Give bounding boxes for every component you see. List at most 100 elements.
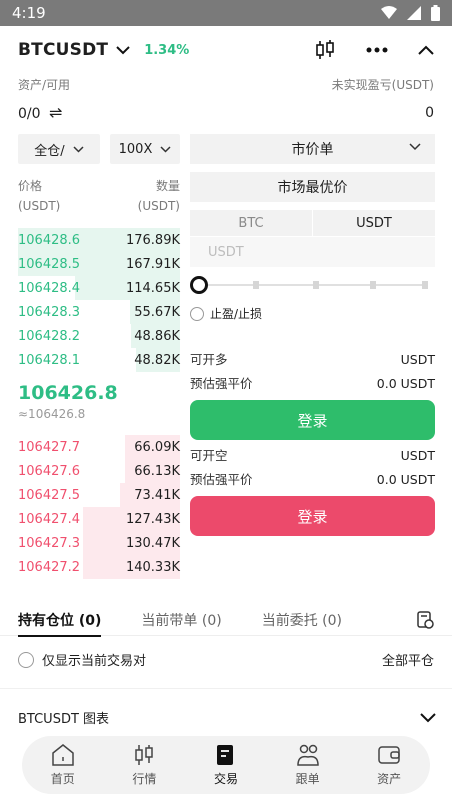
chevron-down-icon[interactable] — [420, 712, 436, 723]
nav-copy[interactable]: 跟单 — [278, 743, 338, 787]
order-qty: 66.13K — [134, 463, 180, 479]
chart-label: BTCUSDT 图表 — [18, 712, 110, 727]
short-liq-row: 预估强平价 0.0 USDT — [190, 468, 435, 492]
tpsl-label: 止盈/止损 — [210, 307, 263, 321]
wallet-icon — [378, 746, 400, 764]
bid-row[interactable]: 106428.4 114.65K — [18, 276, 180, 300]
bid-row[interactable]: 106428.6 176.89K — [18, 228, 180, 252]
order-price: 106427.7 — [18, 439, 81, 455]
order-price: 106428.3 — [18, 304, 81, 320]
chevron-up-icon[interactable] — [418, 45, 434, 55]
order-price: 106428.4 — [18, 280, 81, 296]
margin-mode-label: 全仓/ — [34, 143, 65, 159]
order-qty: 55.67K — [134, 304, 180, 320]
order-price: 106427.3 — [18, 535, 81, 551]
status-time: 4:19 — [12, 4, 46, 22]
order-history-icon[interactable] — [416, 610, 434, 629]
nav-trade[interactable]: 交易 — [196, 743, 256, 787]
tab-copy-orders[interactable]: 当前带单 (0) — [141, 604, 221, 636]
short-login-button[interactable]: 登录 — [190, 496, 435, 536]
ask-row[interactable]: 106427.3 130.47K — [18, 531, 180, 555]
tab-positions[interactable]: 持有仓位 (0) — [18, 604, 102, 637]
ask-row[interactable]: 106427.2 140.33K — [18, 555, 180, 579]
unrealized-pnl-label: 未实现盈亏(USDT) — [331, 78, 434, 92]
amount-slider[interactable] — [190, 275, 435, 295]
bid-row[interactable]: 106428.5 167.91K — [18, 252, 180, 276]
pair-selector[interactable]: BTCUSDT — [18, 40, 108, 60]
nav-assets[interactable]: 资产 — [359, 743, 419, 787]
market-price-field[interactable]: 市场最优价 — [190, 172, 435, 202]
only-current-pair-label[interactable]: 仅显示当前交易对 — [42, 650, 146, 669]
order-book-header: 价格 (USDT) 数量 (USDT) — [18, 176, 180, 216]
bid-row[interactable]: 106428.1 48.82K — [18, 348, 180, 372]
order-price: 106427.6 — [18, 463, 81, 479]
tpsl-checkbox[interactable] — [190, 306, 204, 321]
asset-labels: 资产/可用 未实现盈亏(USDT) — [0, 76, 452, 93]
nav-home[interactable]: 首页 — [33, 743, 93, 787]
mid-price: 106426.8 — [18, 382, 118, 404]
order-price: 106428.1 — [18, 352, 81, 368]
transfer-icon[interactable]: ⇌ — [49, 103, 62, 122]
nav-home-label: 首页 — [50, 772, 75, 786]
order-book-panel: 全仓/ 100X 价格 (USDT) 数量 (USDT) 106428.6 176… — [18, 134, 180, 579]
long-available-row: 可开多 USDT — [190, 348, 435, 372]
leverage-select[interactable]: 100X — [110, 134, 180, 164]
ask-row[interactable]: 106427.4 127.43K — [18, 507, 180, 531]
order-qty: 48.86K — [134, 328, 180, 344]
order-qty: 66.09K — [134, 439, 180, 455]
order-price: 106427.5 — [18, 487, 81, 503]
slider-handle[interactable] — [190, 276, 208, 294]
tpsl-toggle[interactable]: 止盈/止损 — [190, 305, 435, 322]
close-all-button[interactable]: 全部平仓 — [382, 650, 434, 669]
ask-list: 106427.7 66.09K 106427.6 66.13K 106427.5 73.4… — [18, 435, 180, 579]
long-available-label: 可开多 — [190, 352, 228, 367]
order-price: 106428.2 — [18, 328, 81, 344]
chevron-down-icon — [409, 143, 421, 151]
unit-tab-usdt[interactable]: USDT — [313, 210, 435, 236]
unit-tabs: BTC USDT — [190, 210, 435, 236]
chart-toggle-row[interactable]: BTCUSDT 图表 — [18, 708, 436, 727]
long-liq-row: 预估强平价 0.0 USDT — [190, 372, 435, 396]
candlestick-chart-icon[interactable] — [314, 39, 336, 61]
bottom-nav: 首页 行情 交易 跟单 资产 — [22, 736, 430, 794]
long-login-button[interactable]: 登录 — [190, 400, 435, 440]
asset-available-number: 0/0 — [18, 106, 41, 122]
bid-row[interactable]: 106428.3 55.67K — [18, 300, 180, 324]
price-unit: (USDT) — [18, 199, 61, 213]
short-liq-value: 0.0 USDT — [376, 472, 435, 487]
position-filter-row: 仅显示当前交易对 全部平仓 — [18, 650, 434, 669]
unit-tab-btc[interactable]: BTC — [190, 210, 312, 236]
ask-row[interactable]: 106427.7 66.09K — [18, 435, 180, 459]
order-price: 106427.4 — [18, 511, 81, 527]
tab-open-orders[interactable]: 当前委托 (0) — [262, 604, 342, 636]
ask-row[interactable]: 106427.6 66.13K — [18, 459, 180, 483]
short-available-row: 可开空 USDT — [190, 444, 435, 468]
long-available-value: USDT — [400, 352, 435, 367]
home-icon — [52, 744, 74, 766]
order-type-select[interactable]: 市价单 — [190, 134, 435, 164]
slider-tick — [253, 281, 259, 289]
price-change: 1.34% — [144, 42, 190, 58]
unrealized-pnl-value: 0 — [425, 104, 434, 121]
signal-icon — [407, 6, 421, 20]
slider-tick — [422, 281, 428, 289]
asset-available-label: 资产/可用 — [18, 78, 71, 92]
nav-assets-label: 资产 — [377, 772, 402, 786]
bid-row[interactable]: 106428.2 48.86K — [18, 324, 180, 348]
ask-row[interactable]: 106427.5 73.41K — [18, 483, 180, 507]
amount-input[interactable]: USDT — [190, 237, 435, 267]
nav-market[interactable]: 行情 — [114, 743, 174, 787]
nav-copy-label: 跟单 — [295, 772, 320, 786]
order-qty: 167.91K — [125, 256, 180, 272]
more-icon[interactable] — [366, 47, 388, 53]
slider-tick — [370, 281, 376, 289]
margin-mode-select[interactable]: 全仓/ — [18, 134, 100, 164]
order-qty: 176.89K — [125, 232, 180, 248]
chevron-down-icon[interactable] — [116, 45, 130, 55]
mid-price-approx: ≈106426.8 — [18, 407, 86, 421]
only-current-pair-checkbox[interactable] — [18, 651, 34, 668]
qty-unit: (USDT) — [137, 199, 180, 213]
leverage-label: 100X — [118, 141, 153, 157]
qty-header: 数量 — [155, 179, 180, 193]
long-liq-label: 预估强平价 — [190, 376, 253, 391]
